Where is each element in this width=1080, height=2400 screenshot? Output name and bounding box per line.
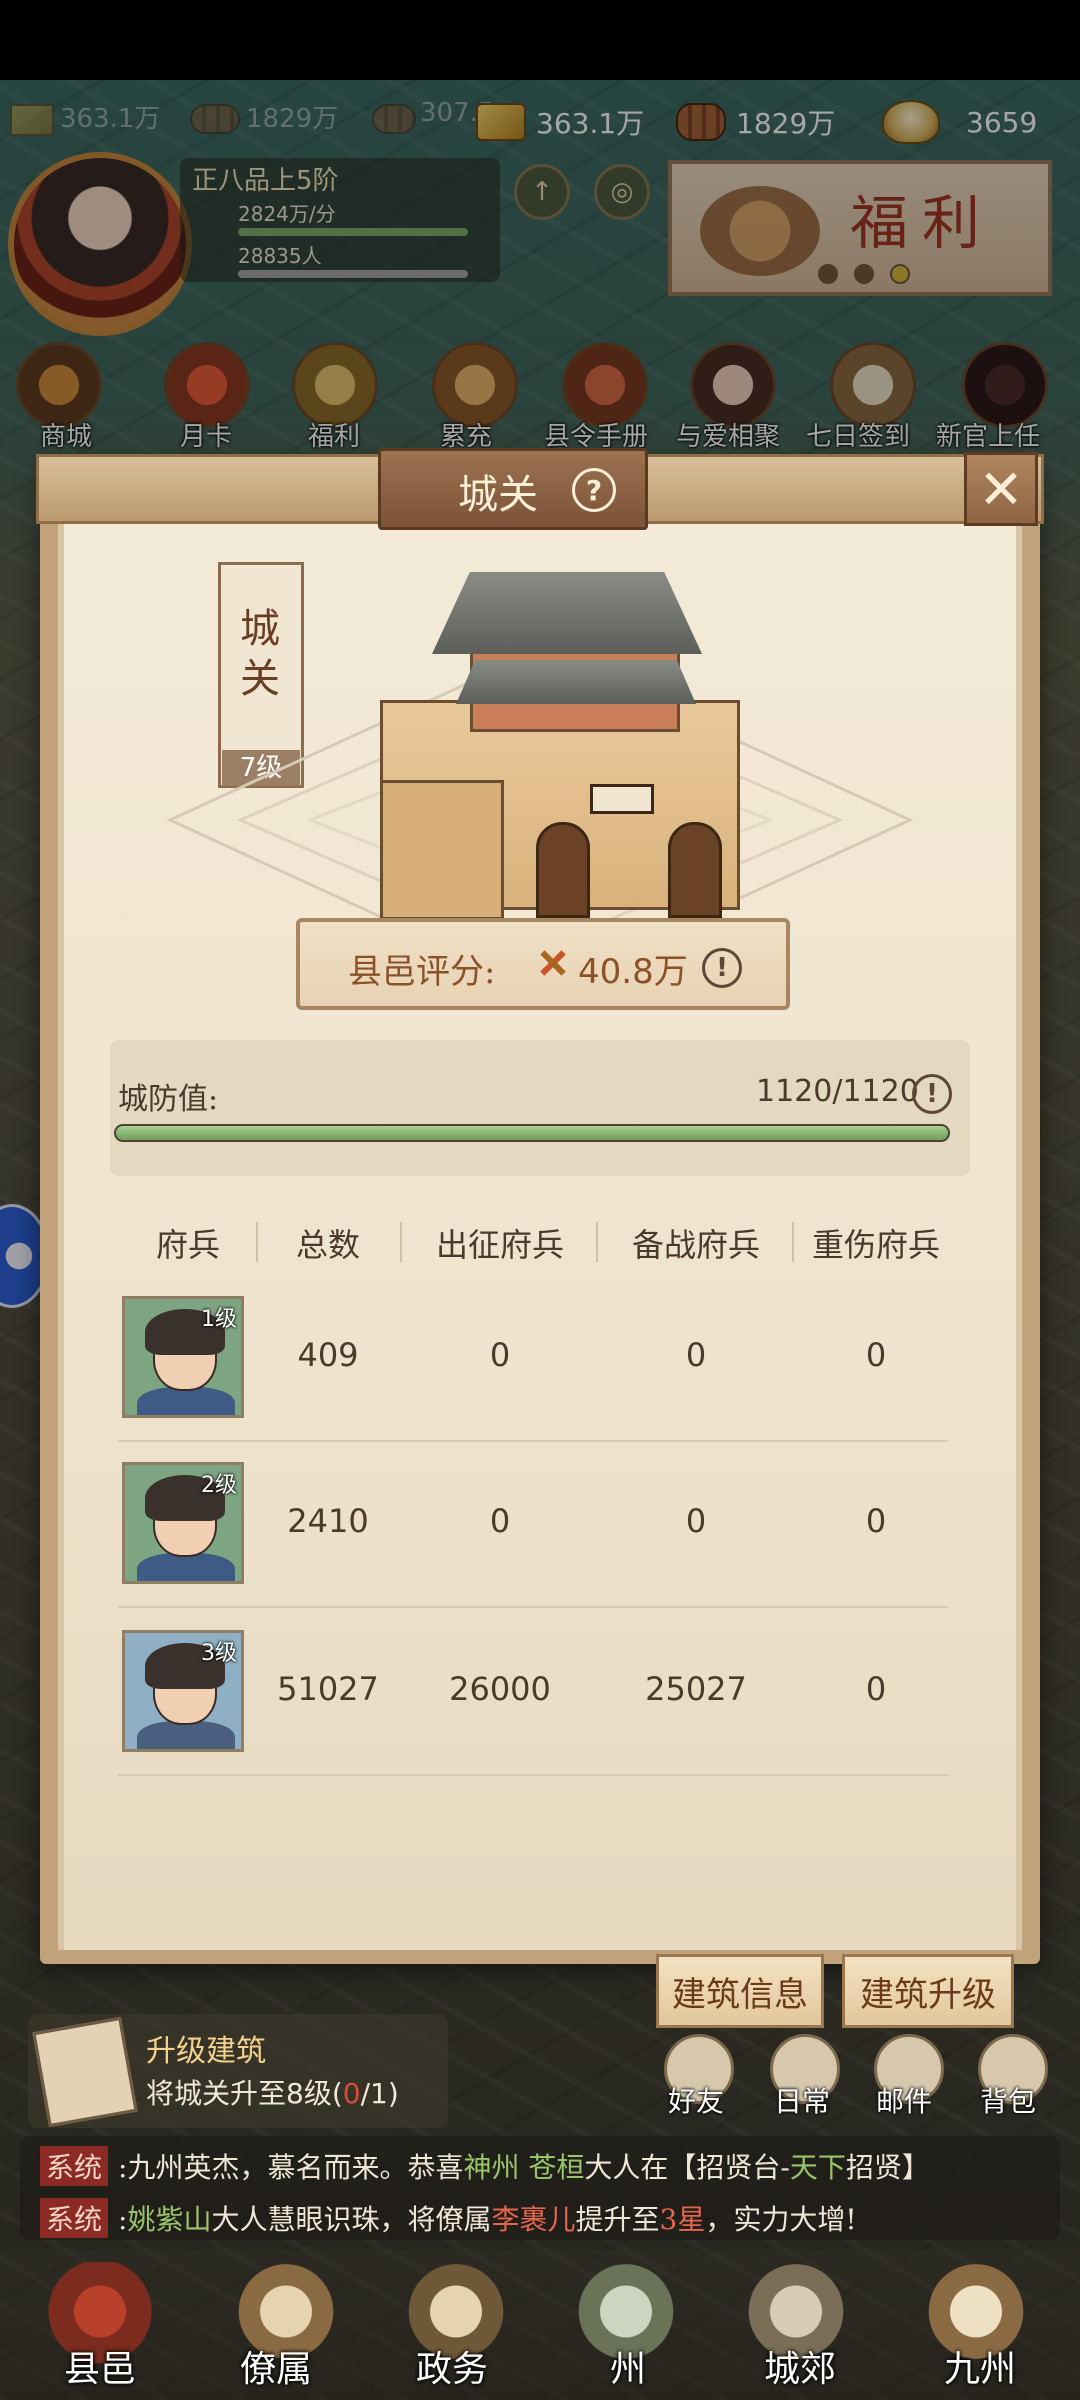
col-header-standby: 备战府兵: [631, 1226, 760, 1264]
defense-info-icon[interactable]: !: [912, 1074, 952, 1114]
city-gate-side-wall: [380, 780, 504, 920]
cell-injured: 0: [865, 1670, 887, 1708]
cell-total: 2410: [287, 1502, 369, 1540]
soldier-level: 3级: [201, 1641, 237, 1666]
row-divider: [118, 1774, 948, 1776]
soldier-portrait-lv3[interactable]: 3级: [122, 1630, 244, 1752]
quest-title: 升级建筑: [146, 2034, 266, 2069]
soldier-portrait-lv1[interactable]: 1级: [122, 1296, 244, 1418]
chat-message: 系统:九州英杰，慕名而来。恭喜神州 苍桓大人在【招贤台-天下招贤】: [40, 2146, 930, 2186]
defense-bar: [114, 1124, 950, 1142]
close-button[interactable]: ✕: [964, 452, 1038, 526]
cell-deployed: 26000: [449, 1670, 551, 1708]
defense-label: 城防值:: [118, 1082, 219, 1117]
score-label: 县邑评分:: [348, 952, 496, 992]
cell-injured: 0: [865, 1502, 887, 1540]
soldier-level: 2级: [201, 1473, 237, 1498]
hud-label-mail: 邮件: [876, 2085, 933, 2118]
cell-total: 409: [297, 1336, 359, 1374]
row-divider: [118, 1606, 948, 1608]
soldier-level: 1级: [201, 1307, 237, 1332]
cell-deployed: 0: [489, 1502, 511, 1540]
defense-bar-fill: [116, 1126, 948, 1140]
help-icon[interactable]: ?: [572, 468, 616, 512]
cell-standby: 0: [685, 1502, 707, 1540]
col-divider: [400, 1222, 402, 1262]
hud-label-friends: 好友: [668, 2085, 725, 2118]
nav-suburb[interactable]: 城郊: [764, 2340, 836, 2392]
cell-standby: 0: [685, 1336, 707, 1374]
col-header-total: 总数: [295, 1226, 360, 1264]
dialog-title: 城关: [458, 472, 538, 518]
cell-standby: 25027: [645, 1670, 747, 1708]
gate-arch: [536, 822, 590, 918]
chat-message: 系统:姚紫山大人慧眼识珠，将僚属李裹儿提升至3星，实力大增!: [40, 2198, 857, 2238]
nav-subordinates[interactable]: 僚属: [240, 2340, 312, 2392]
soldier-portrait-lv2[interactable]: 2级: [122, 1462, 244, 1584]
col-divider: [596, 1222, 598, 1262]
hammer-icon: [540, 950, 566, 976]
gate-plaque: [590, 784, 654, 814]
tab-building-info[interactable]: 建筑信息: [656, 1954, 824, 2028]
cell-injured: 0: [865, 1336, 887, 1374]
hud-label-bag: 背包: [980, 2085, 1037, 2118]
nav-state[interactable]: 州: [610, 2340, 646, 2392]
tower-lower-roof: [456, 660, 696, 704]
gate-arch: [668, 822, 722, 918]
nav-nine-states[interactable]: 九州: [944, 2340, 1016, 2392]
col-header-soldier: 府兵: [155, 1226, 220, 1264]
col-divider: [792, 1222, 794, 1262]
score-info-icon[interactable]: !: [702, 948, 742, 988]
hud-label-daily: 日常: [774, 2085, 831, 2118]
row-divider: [118, 1440, 948, 1442]
quest-description: 将城关升至8级(0/1): [146, 2077, 399, 2110]
status-bar: [0, 0, 1080, 80]
nav-affairs[interactable]: 政务: [416, 2340, 488, 2392]
scroll-icon: [32, 2016, 138, 2128]
tower-upper-roof: [432, 572, 702, 654]
col-header-deployed: 出征府兵: [435, 1226, 564, 1264]
col-header-injured: 重伤府兵: [811, 1226, 940, 1264]
nav-county[interactable]: 县邑: [64, 2340, 136, 2392]
tab-building-upgrade[interactable]: 建筑升级: [842, 1954, 1014, 2028]
score-value: 40.8万: [578, 952, 688, 992]
defense-value: 1120/1120: [756, 1074, 919, 1109]
cell-total: 51027: [277, 1670, 379, 1708]
cell-deployed: 0: [489, 1336, 511, 1374]
